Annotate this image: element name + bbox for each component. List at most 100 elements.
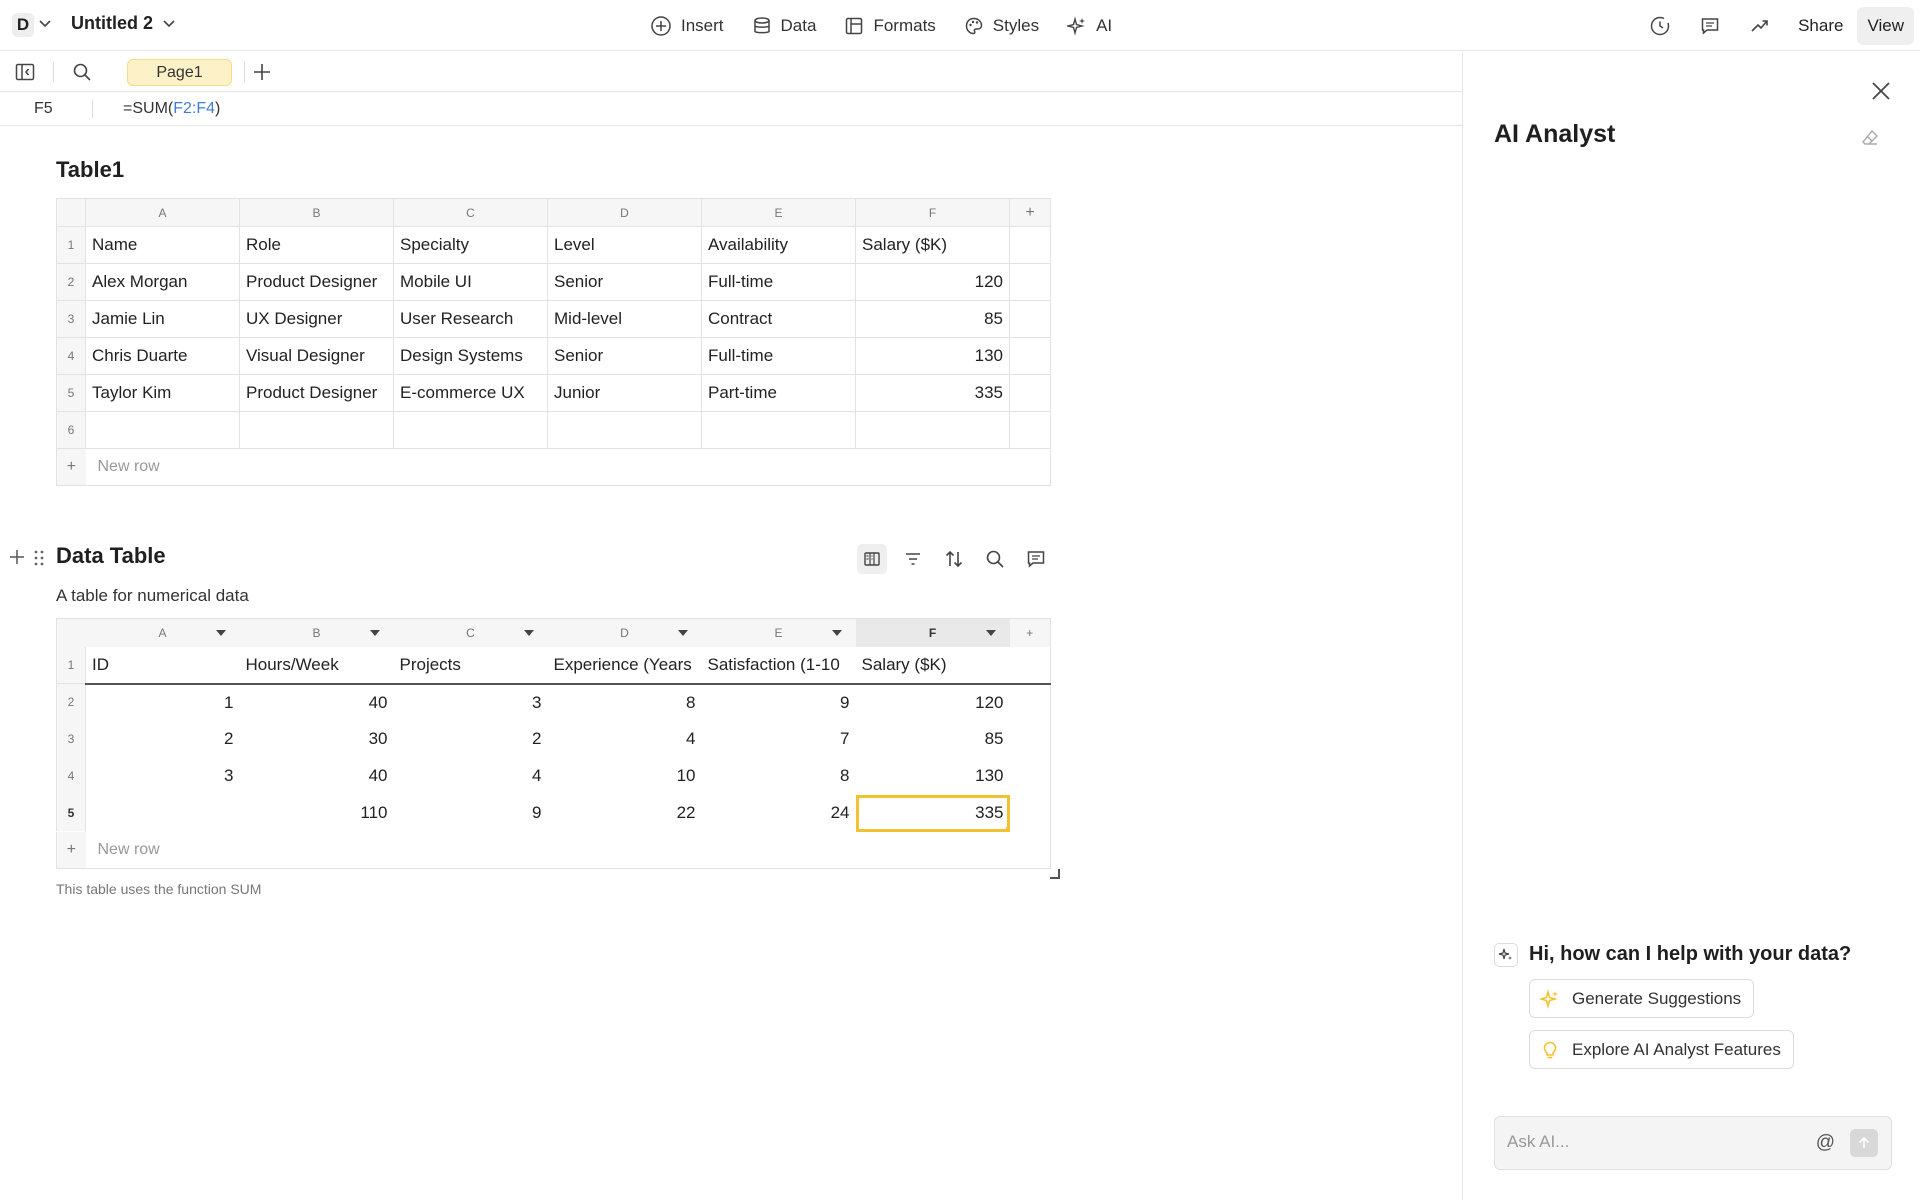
- resize-handle[interactable]: [1050, 869, 1060, 879]
- row-number[interactable]: 6: [56, 411, 86, 449]
- table-cell[interactable]: 40: [240, 758, 394, 795]
- table-cell[interactable]: Specialty: [393, 226, 548, 264]
- table-cell[interactable]: [1009, 646, 1051, 685]
- header-cell[interactable]: ID: [85, 646, 240, 685]
- explore-features-button[interactable]: Explore AI Analyst Features: [1529, 1030, 1794, 1069]
- row-number-selected[interactable]: 5: [56, 794, 86, 832]
- table-cell[interactable]: [547, 411, 702, 449]
- column-header[interactable]: C: [393, 198, 548, 227]
- ask-ai-input[interactable]: [1507, 1132, 1807, 1152]
- tab-page1[interactable]: Page1: [127, 59, 232, 86]
- header-cell[interactable]: Experience (Years: [547, 646, 702, 685]
- column-header-selected[interactable]: F: [855, 618, 1010, 647]
- table-cell[interactable]: 1: [86, 684, 240, 721]
- table-cell[interactable]: 120: [855, 263, 1010, 301]
- add-column-button[interactable]: +: [1009, 198, 1051, 227]
- row-number[interactable]: 4: [56, 337, 86, 375]
- menu-ai[interactable]: AI: [1067, 16, 1112, 36]
- table-cell[interactable]: 120: [856, 684, 1010, 721]
- add-block-icon[interactable]: [8, 548, 26, 571]
- search-icon[interactable]: [70, 60, 94, 84]
- table-cell[interactable]: 7: [702, 721, 856, 758]
- table-cell[interactable]: 8: [548, 684, 702, 721]
- column-header[interactable]: C: [393, 618, 548, 647]
- table-cell[interactable]: 335: [855, 374, 1010, 412]
- table-cell[interactable]: [393, 411, 548, 449]
- column-header[interactable]: F: [855, 198, 1010, 227]
- caret-down-icon[interactable]: [831, 630, 842, 636]
- table-cell[interactable]: 85: [855, 300, 1010, 338]
- menu-styles[interactable]: Styles: [964, 16, 1039, 36]
- mention-button[interactable]: @: [1816, 1132, 1835, 1154]
- add-column-button[interactable]: +: [1009, 618, 1051, 647]
- data-table-caption[interactable]: This table uses the function SUM: [56, 881, 261, 897]
- new-row-button[interactable]: New row: [85, 448, 1051, 486]
- table-cell[interactable]: [1009, 337, 1051, 375]
- menu-formats[interactable]: Formats: [844, 16, 936, 36]
- caret-down-icon[interactable]: [215, 630, 226, 636]
- table-cell[interactable]: Design Systems: [393, 337, 548, 375]
- table-cell[interactable]: UX Designer: [239, 300, 394, 338]
- table-cell[interactable]: 4: [394, 758, 548, 795]
- document-title[interactable]: Untitled 2: [71, 13, 153, 34]
- cell-reference[interactable]: F5: [34, 100, 53, 118]
- table-cell[interactable]: Role: [239, 226, 394, 264]
- data-table-title[interactable]: Data Table: [56, 543, 166, 569]
- table-cell[interactable]: [1010, 795, 1051, 832]
- close-icon[interactable]: [1870, 80, 1892, 107]
- table-cell[interactable]: Contract: [701, 300, 856, 338]
- sort-icon[interactable]: [939, 544, 969, 574]
- row-number[interactable]: 5: [56, 374, 86, 412]
- row-number[interactable]: 1: [56, 226, 86, 264]
- table-cell[interactable]: Chris Duarte: [85, 337, 240, 375]
- row-number[interactable]: 2: [56, 683, 86, 721]
- table-cell[interactable]: [855, 411, 1010, 449]
- columns-icon[interactable]: [857, 544, 887, 574]
- column-header[interactable]: D: [547, 618, 702, 647]
- data-table-subtitle[interactable]: A table for numerical data: [56, 586, 249, 606]
- table-cell[interactable]: Product Designer: [239, 374, 394, 412]
- comment-icon[interactable]: [1021, 544, 1051, 574]
- add-row-button[interactable]: +: [56, 448, 86, 486]
- filter-icon[interactable]: [898, 544, 928, 574]
- table-cell[interactable]: Taylor Kim: [85, 374, 240, 412]
- table-cell[interactable]: Jamie Lin: [85, 300, 240, 338]
- workspace-badge[interactable]: D: [12, 13, 34, 37]
- table-cell[interactable]: [1009, 411, 1051, 449]
- column-header[interactable]: E: [701, 198, 856, 227]
- table-cell[interactable]: 24: [702, 795, 856, 832]
- table-cell[interactable]: 130: [856, 758, 1010, 795]
- table-cell[interactable]: 40: [240, 684, 394, 721]
- column-header[interactable]: B: [239, 618, 394, 647]
- column-header[interactable]: A: [85, 198, 240, 227]
- row-number[interactable]: 2: [56, 263, 86, 301]
- caret-down-icon[interactable]: [677, 630, 688, 636]
- search-icon[interactable]: [980, 544, 1010, 574]
- table-cell[interactable]: [85, 411, 240, 449]
- history-icon[interactable]: [1648, 14, 1672, 38]
- table-cell[interactable]: 2: [86, 721, 240, 758]
- table-cell[interactable]: [1009, 300, 1051, 338]
- formula-bar[interactable]: F5 =SUM(F2:F4): [0, 92, 1462, 126]
- chevron-down-icon[interactable]: [162, 16, 176, 35]
- table-cell[interactable]: 30: [240, 721, 394, 758]
- table-cell[interactable]: 10: [548, 758, 702, 795]
- table-cell[interactable]: [1010, 684, 1051, 721]
- formula-input[interactable]: =SUM(F2:F4): [123, 100, 220, 118]
- table-cell[interactable]: 2: [394, 721, 548, 758]
- generate-suggestions-button[interactable]: Generate Suggestions: [1529, 979, 1755, 1018]
- caret-down-icon[interactable]: [369, 630, 380, 636]
- table-cell[interactable]: E-commerce UX: [393, 374, 548, 412]
- table-cell[interactable]: 9: [394, 795, 548, 832]
- row-number[interactable]: 3: [56, 300, 86, 338]
- menu-insert[interactable]: Insert: [650, 15, 724, 37]
- table-cell[interactable]: Availability: [701, 226, 856, 264]
- new-row-button[interactable]: New row: [85, 831, 1051, 869]
- table-cell[interactable]: 85: [856, 721, 1010, 758]
- send-button[interactable]: [1850, 1129, 1878, 1157]
- table-cell[interactable]: [239, 411, 394, 449]
- table-cell[interactable]: [1009, 374, 1051, 412]
- table-cell[interactable]: Full-time: [701, 337, 856, 375]
- table1-title[interactable]: Table1: [56, 157, 124, 183]
- column-header[interactable]: B: [239, 198, 394, 227]
